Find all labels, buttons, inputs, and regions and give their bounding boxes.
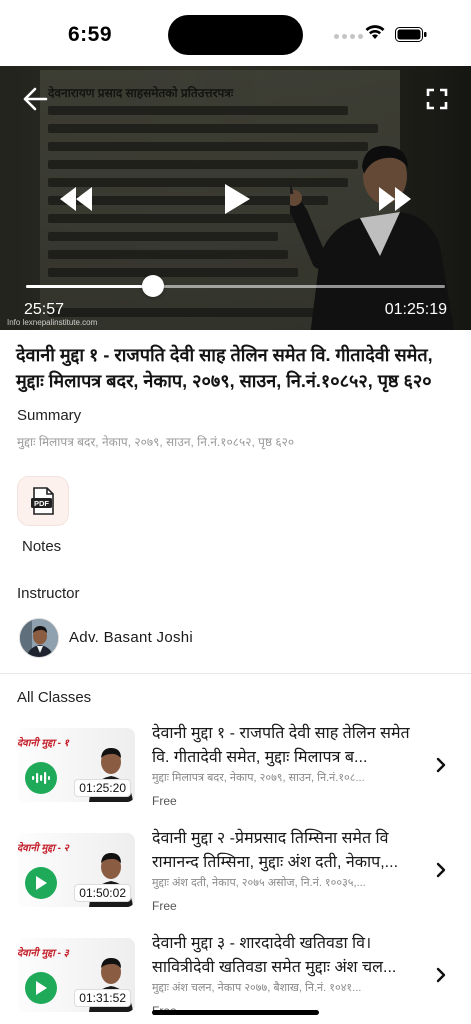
class-list-item[interactable]: देवानी मुद्दा - २ 01:50:02 देवानी मुद्दा… xyxy=(0,827,471,923)
instructor-name[interactable]: Adv. Basant Joshi xyxy=(69,629,193,646)
chevron-right-icon[interactable] xyxy=(434,861,448,879)
seek-bar[interactable] xyxy=(26,275,445,297)
chevron-right-icon[interactable] xyxy=(434,756,448,774)
class-duration: 01:50:02 xyxy=(74,884,131,902)
instructor-avatar[interactable] xyxy=(19,618,59,658)
play-button[interactable] xyxy=(25,972,57,1004)
thumbnail-title: देवानी मुद्दा - २ xyxy=(17,843,69,854)
rewind-icon[interactable] xyxy=(58,184,94,214)
class-meta: मुद्दाः अंश चलन, नेकाप २०७७, बैशाख, नि.न… xyxy=(152,982,362,994)
video-player[interactable]: देवनारायण प्रसाद साहसमेतको प्रतिउत्तरपत्… xyxy=(0,66,471,330)
class-price: Free xyxy=(152,794,177,808)
summary-label: Summary xyxy=(17,407,82,424)
home-indicator[interactable] xyxy=(152,1010,319,1015)
current-time: 25:57 xyxy=(24,301,65,318)
class-meta: मुद्दाः अंश दती, नेकाप, २०७५ असोज, नि.नं… xyxy=(152,877,366,889)
status-bar: 6:59 xyxy=(0,0,471,66)
watermark: Info lexnepalinstitute.com xyxy=(7,318,98,327)
wifi-icon xyxy=(365,25,385,39)
thumbnail-title: देवानी मुद्दा - १ xyxy=(17,738,69,749)
audio-wave-icon xyxy=(32,772,50,784)
class-title: देवानी मुद्दा ३ - शारदादेवी खतिवडा वि। स… xyxy=(152,935,397,976)
thumbnail-title: देवानी मुद्दा - ३ xyxy=(17,948,69,959)
now-playing-button[interactable] xyxy=(25,762,57,794)
summary-text: मुद्दाः मिलापत्र बदर, नेकाप, २०७९, साउन,… xyxy=(17,435,295,449)
chevron-right-icon[interactable] xyxy=(434,966,448,984)
play-icon[interactable] xyxy=(222,182,252,216)
instructor-label: Instructor xyxy=(17,585,80,602)
class-thumbnail: देवानी मुद्दा - ३ 01:31:52 xyxy=(17,938,135,1012)
total-duration: 01:25:19 xyxy=(384,301,447,318)
class-list-item[interactable]: देवानी मुद्दा - १ 01:25:20 देवानी मुद्दा… xyxy=(0,722,471,818)
lesson-title: देवानी मुद्दा १ - राजपति देवी साह तेलिन … xyxy=(16,345,433,391)
battery-icon xyxy=(395,27,427,42)
class-duration: 01:31:52 xyxy=(74,989,131,1007)
play-button[interactable] xyxy=(25,867,57,899)
cellular-signal-icon xyxy=(334,34,363,39)
back-arrow-icon[interactable] xyxy=(22,86,48,112)
fast-forward-icon[interactable] xyxy=(377,184,413,214)
play-icon xyxy=(36,876,47,890)
seek-bar-progress xyxy=(26,285,154,288)
dynamic-island xyxy=(168,15,303,55)
class-title: देवानी मुद्दा २ -प्रेमप्रसाद तिम्सिना सम… xyxy=(152,830,399,871)
status-time: 6:59 xyxy=(68,23,113,46)
all-classes-label: All Classes xyxy=(17,689,92,706)
notes-pdf-button[interactable]: PDF xyxy=(17,476,69,526)
class-thumbnail: देवानी मुद्दा - २ 01:50:02 xyxy=(17,833,135,907)
class-duration: 01:25:20 xyxy=(74,779,131,797)
class-meta: मुद्दाः मिलापत्र बदर, नेकाप, २०७९, साउन,… xyxy=(152,772,365,784)
pdf-icon: PDF xyxy=(31,487,54,515)
play-icon xyxy=(36,981,47,995)
section-divider xyxy=(0,673,471,674)
notes-label: Notes xyxy=(22,538,62,555)
svg-text:PDF: PDF xyxy=(34,499,49,508)
class-thumbnail: देवानी मुद्दा - १ 01:25:20 xyxy=(17,728,135,802)
class-title: देवानी मुद्दा १ - राजपति देवी साह तेलिन … xyxy=(152,725,410,766)
class-price: Free xyxy=(152,899,177,913)
fullscreen-icon[interactable] xyxy=(426,88,448,110)
